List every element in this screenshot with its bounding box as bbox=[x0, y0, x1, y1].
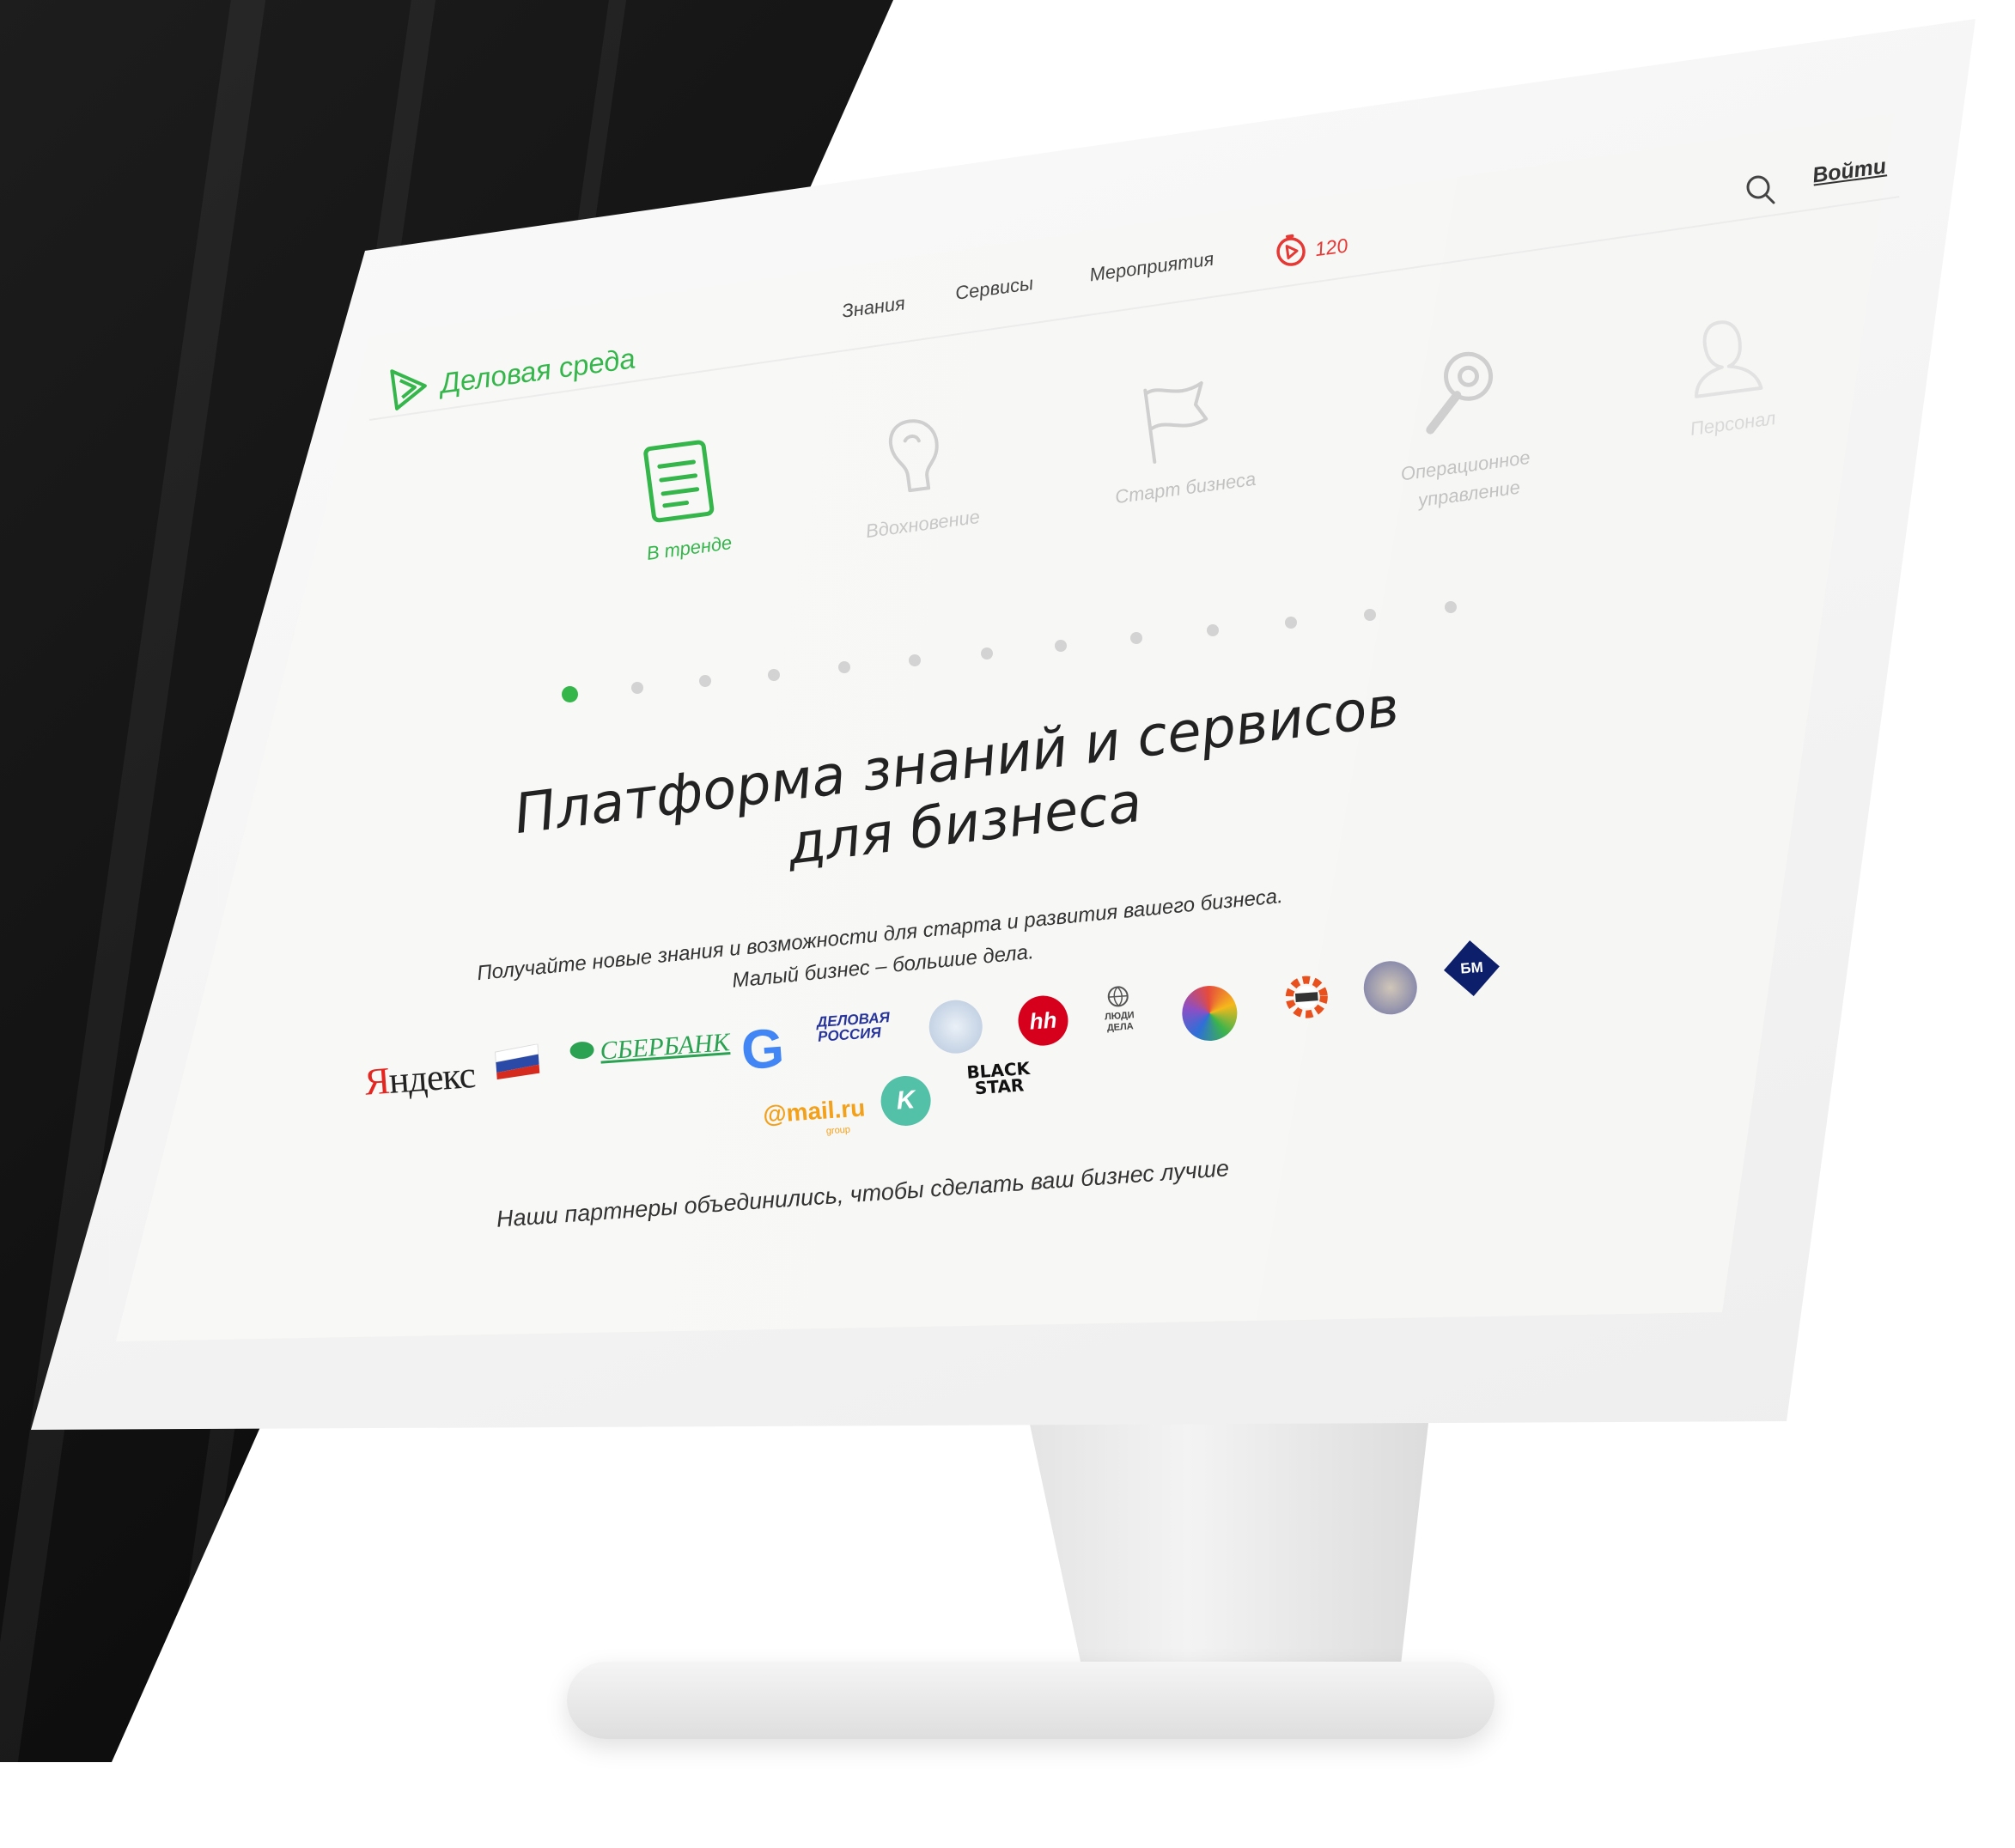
carousel-dot[interactable] bbox=[1207, 624, 1219, 636]
partner-blackstar[interactable]: BLACK STAR bbox=[966, 1058, 1032, 1099]
partner-delovaya-rossiya[interactable]: ДЕЛОВАЯ РОССИЯ bbox=[816, 1009, 891, 1045]
live-count: 120 bbox=[1313, 233, 1349, 260]
carousel-dot[interactable] bbox=[768, 669, 780, 681]
category-personnel[interactable]: Персонал bbox=[1676, 308, 1777, 441]
timer-play-icon bbox=[1271, 231, 1311, 275]
mailru-sub: group bbox=[825, 1124, 851, 1137]
partner-gear-logo[interactable] bbox=[1276, 967, 1336, 1027]
sberbank-leaf-icon bbox=[569, 1037, 596, 1068]
bm-label: БМ bbox=[1459, 958, 1484, 977]
globe-icon bbox=[1105, 984, 1131, 1012]
category-trending[interactable]: В тренде bbox=[632, 433, 734, 565]
carousel-dot[interactable] bbox=[909, 654, 921, 666]
person-icon bbox=[1676, 308, 1772, 404]
flag-icon bbox=[1100, 369, 1252, 473]
carousel-dot[interactable] bbox=[1130, 632, 1142, 644]
category-inspiration[interactable]: Вдохновение bbox=[851, 407, 981, 543]
carousel-dot[interactable] bbox=[1445, 601, 1457, 613]
carousel-dot-active[interactable] bbox=[562, 686, 578, 702]
ld-line-2: ДЕЛА bbox=[1106, 1020, 1135, 1033]
partner-yandex[interactable]: Яндекс bbox=[363, 1053, 477, 1104]
category-business-start[interactable]: Старт бизнеса bbox=[1100, 369, 1257, 508]
partner-google[interactable]: G bbox=[739, 1016, 787, 1082]
yandex-first-letter: Я bbox=[362, 1059, 391, 1103]
category-operations[interactable]: Операционное управление bbox=[1364, 333, 1555, 519]
carousel-dot[interactable] bbox=[838, 661, 850, 673]
carousel-dot[interactable] bbox=[699, 675, 711, 687]
yandex-rest: ндекс bbox=[387, 1053, 477, 1102]
monitor-stand-neck bbox=[1026, 1408, 1430, 1692]
partner-lyudi-dela[interactable]: ЛЮДИ ДЕЛА bbox=[1097, 981, 1141, 1036]
newspaper-icon bbox=[632, 433, 728, 529]
blackstar-line-2: STAR bbox=[974, 1074, 1025, 1099]
carousel-dot[interactable] bbox=[1285, 617, 1297, 629]
carousel-dot[interactable] bbox=[981, 647, 993, 660]
play-logo-icon bbox=[387, 363, 431, 413]
carousel-dot[interactable] bbox=[1364, 609, 1376, 621]
search-icon[interactable] bbox=[1744, 172, 1780, 212]
carousel-dot[interactable] bbox=[631, 682, 643, 694]
partner-russia-flag-logo[interactable] bbox=[491, 1043, 544, 1080]
carousel-dot[interactable] bbox=[1055, 640, 1067, 652]
lightbulb-head-icon bbox=[851, 407, 977, 508]
monitor-stand-base bbox=[567, 1662, 1495, 1739]
